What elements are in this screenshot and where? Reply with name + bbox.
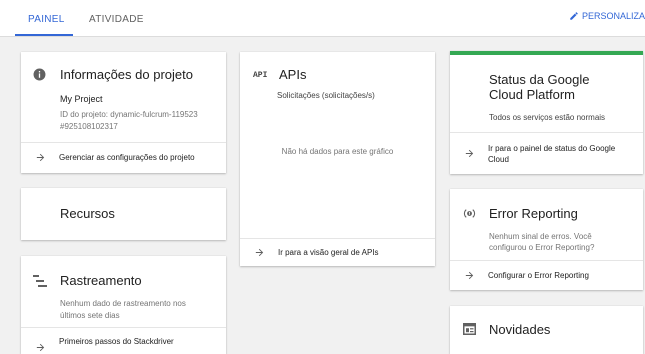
status-ok-bar	[450, 51, 643, 55]
status-link-line1: Ir para o painel de status do Google	[488, 143, 616, 153]
tab-atividade[interactable]: ATIVIDADE	[89, 14, 144, 25]
arrow-right-icon	[450, 270, 488, 281]
tracing-message-line1: Nenhum dado de rastreamento nos	[60, 299, 186, 308]
resources-title: Recursos	[60, 206, 115, 221]
apis-overview-label: Ir para a visão geral de APIs	[278, 248, 379, 257]
status-dashboard-link[interactable]: Ir para o painel de status do Google Clo…	[450, 133, 643, 174]
apis-title: APIs	[279, 67, 307, 82]
tracing-title: Rastreamento	[60, 273, 142, 288]
stackdriver-getting-started-link[interactable]: Primeiros passos do Stackdriver	[21, 328, 226, 354]
news-card: Novidades	[450, 306, 643, 354]
tracing-message-line2: últimos sete dias	[60, 311, 120, 320]
manage-project-settings-label: Gerenciar as configurações do projeto	[59, 153, 195, 162]
news-icon	[463, 323, 476, 335]
configure-error-reporting-label: Configurar o Error Reporting	[488, 271, 589, 280]
status-title-line2: Cloud Platform	[489, 87, 575, 102]
status-dashboard-label: Ir para o painel de status do Google Clo…	[488, 143, 615, 165]
info-icon	[33, 68, 46, 81]
tab-painel[interactable]: PAINEL	[28, 14, 65, 25]
news-title: Novidades	[489, 322, 551, 337]
project-id: ID do projeto: dynamic-fulcrum-119523	[60, 110, 198, 119]
customize-label: PERSONALIZA	[581, 11, 645, 21]
customize-button[interactable]: PERSONALIZA	[569, 11, 645, 21]
status-message: Todos os serviços estão normais	[489, 113, 606, 122]
project-number: #925108102317	[60, 122, 118, 131]
resources-card: Recursos	[21, 188, 226, 240]
error-message-line2: configurou o Error Reporting?	[489, 243, 595, 252]
cloud-status-card: Status da Google Cloud Platform Todos os…	[450, 51, 643, 174]
apis-chart-subtitle: Solicitações (solicitações/s)	[277, 91, 375, 100]
manage-project-settings-link[interactable]: Gerenciar as configurações do projeto	[21, 142, 226, 173]
tracing-card: Rastreamento Nenhum dado de rastreamento…	[21, 256, 226, 354]
trace-icon	[33, 275, 47, 287]
arrow-right-icon	[21, 336, 59, 353]
top-tab-bar: PAINEL ATIVIDADE PERSONALIZA	[0, 0, 645, 37]
status-title-line1: Status da Google	[489, 72, 590, 87]
status-link-line2: Cloud	[488, 154, 509, 164]
error-reporting-icon	[463, 209, 476, 218]
error-reporting-card: Error Reporting Nenhum sinal de erros. V…	[450, 189, 643, 290]
apis-overview-link[interactable]: Ir para a visão geral de APIs	[240, 239, 435, 266]
apis-card: API APIs Solicitações (solicitações/s) N…	[240, 52, 435, 266]
active-tab-indicator	[15, 34, 73, 36]
arrow-right-icon	[21, 152, 59, 163]
configure-error-reporting-link[interactable]: Configurar o Error Reporting	[450, 261, 643, 290]
arrow-right-icon	[240, 247, 278, 258]
error-reporting-title: Error Reporting	[489, 206, 578, 221]
project-info-card: Informações do projeto My Project ID do …	[21, 52, 226, 173]
stackdriver-link-label: Primeiros passos do Stackdriver	[59, 337, 174, 346]
arrow-right-icon	[450, 148, 488, 159]
project-name: My Project	[60, 94, 103, 104]
project-info-title: Informações do projeto	[60, 67, 193, 82]
pencil-icon	[570, 12, 578, 20]
api-icon: API	[253, 71, 268, 80]
apis-empty-message: Não há dados para este gráfico	[281, 147, 394, 156]
